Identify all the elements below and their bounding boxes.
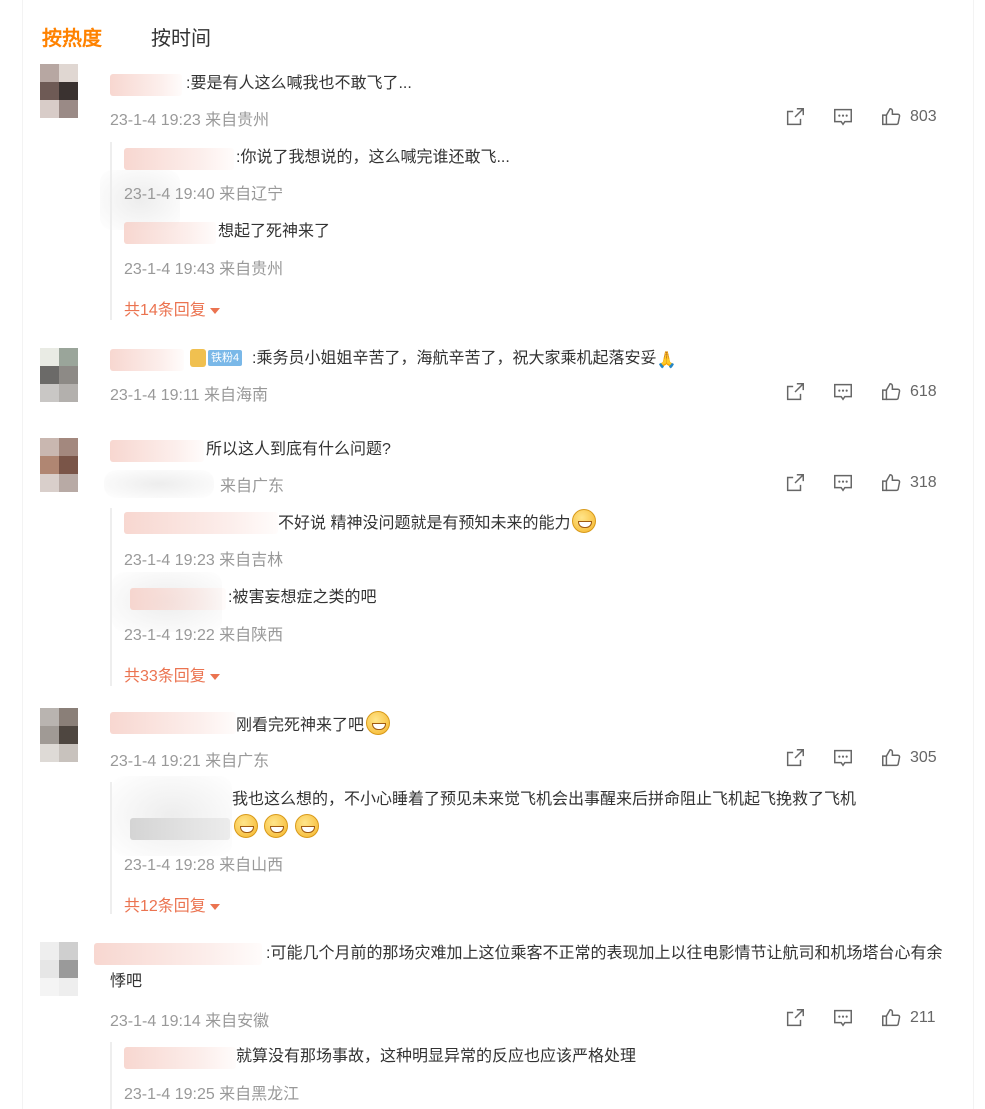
reply-meta: 23-1-4 19:25 来自黑龙江 [124,1086,300,1103]
username[interactable] [110,440,204,462]
reply-text: 想起了死神来了 [218,223,331,240]
reply-username[interactable] [124,512,278,534]
caret-down-icon [209,307,220,314]
more-replies-link[interactable]: 共12条回复 [124,892,220,916]
share-icon [786,1009,804,1027]
comment-icon [834,383,852,401]
reply-text: :被害妄想症之类的吧 [228,589,377,606]
comment-button[interactable] [832,379,854,405]
grin-emoji-icon [572,509,597,533]
tab-time[interactable]: 按时间 [151,22,211,51]
like-count: 318 [910,474,937,491]
like-icon [882,1009,901,1027]
comment-actions: 305 [784,745,944,771]
smile-emoji-icon [264,814,289,838]
reply-divider [110,1042,112,1109]
comment-meta: 23-1-4 19:21 来自广东 [110,753,270,770]
reply-meta: 23-1-4 19:23 来自吉林 [124,552,284,569]
smile-emoji-icon [294,814,319,838]
caret-down-icon [209,903,220,910]
like-icon [882,383,901,401]
reply-meta: 23-1-4 19:40 来自辽宁 [124,186,284,203]
share-button[interactable] [784,104,806,130]
username[interactable] [110,74,182,96]
comment-button[interactable] [832,745,854,771]
share-button[interactable] [784,470,806,496]
reply-text: 不好说 精神没问题就是有预知未来的能力 [278,509,597,538]
reply-divider [110,142,112,320]
like-count: 211 [910,1009,936,1026]
like-count: 803 [910,108,937,125]
avatar[interactable] [40,348,78,402]
smile-emoji-icon [234,814,258,838]
share-button[interactable] [784,745,806,771]
like-button[interactable]: 305 [880,745,937,771]
more-replies-link[interactable]: 共33条回复 [124,662,220,686]
fan-medal-icon [190,349,206,367]
like-button[interactable]: 803 [880,104,937,130]
share-button[interactable] [784,379,806,405]
like-count: 305 [910,749,937,766]
like-icon [882,474,901,492]
like-count: 618 [910,383,937,400]
comment-actions: 803 [784,104,944,130]
pray-emoji-icon: 🙏 [656,352,677,369]
comment-meta: 来自广东 [220,478,285,495]
comment-text: 所以这人到底有什么问题? [206,441,391,458]
comment-text: :要是有人这么喊我也不敢飞了... [186,75,412,92]
comment-meta: 23-1-4 19:11 来自海南 [110,387,268,404]
comment-actions: 211 [784,1005,944,1031]
share-button[interactable] [784,1005,806,1031]
reply-username[interactable] [124,148,234,170]
like-icon [882,749,901,767]
avatar[interactable] [40,942,78,996]
share-icon [786,749,804,767]
comment-icon [834,749,852,767]
fan-badge: 铁粉4 [208,350,243,366]
blur-mask [112,776,232,856]
avatar[interactable] [40,64,78,118]
comment-icon [834,1009,852,1027]
comment-text: 刚看完死神来了吧 [236,711,391,740]
comment-icon [834,108,852,126]
reply-meta: 23-1-4 19:28 来自山西 [124,857,284,874]
reply-meta: 23-1-4 19:43 来自贵州 [124,261,284,278]
like-icon [882,108,901,126]
avatar[interactable] [40,438,78,492]
username[interactable] [110,712,236,734]
reply-meta: 23-1-4 19:22 来自陕西 [124,627,284,644]
share-icon [786,108,804,126]
comment-button[interactable] [832,104,854,130]
username[interactable] [110,349,184,371]
tab-hot[interactable]: 按热度 [42,22,102,51]
comment-meta: 23-1-4 19:23 来自贵州 [110,112,270,129]
like-button[interactable]: 318 [880,470,937,496]
laugh-cry-emoji-icon [366,711,391,735]
more-replies-link[interactable]: 共14条回复 [124,296,220,320]
comment-button[interactable] [832,1005,854,1031]
reply-username[interactable] [124,1047,236,1069]
comment-actions: 618 [784,379,944,405]
blur-mask [104,470,214,498]
reply-username[interactable] [124,222,216,244]
share-icon [786,383,804,401]
caret-down-icon [209,673,220,680]
reply-text: 就算没有那场事故，这种明显异常的反应也应该严格处理 [236,1048,637,1065]
reply-username[interactable] [130,818,230,840]
like-button[interactable]: 211 [880,1005,936,1031]
comment-text: :可能几个月前的那场灾难加上这位乘客不正常的表现加上以往电影情节让航司和机场塔台… [110,945,943,990]
reply-text: 我也这么想的，不小心睡着了预见未来觉飞机会出事醒来后拼命阻止飞机起飞挽救了飞机 [232,786,944,843]
reply-text: :你说了我想说的，这么喊完谁还敢飞... [236,149,510,166]
comment-button[interactable] [832,470,854,496]
comment-text: :乘务员小姐姐辛苦了，海航辛苦了，祝大家乘机起落安妥🙏 [252,345,676,375]
share-icon [786,474,804,492]
avatar[interactable] [40,708,78,762]
comment-icon [834,474,852,492]
comment-meta: 23-1-4 19:14 来自安徽 [110,1013,270,1030]
reply-username[interactable] [130,588,226,610]
comment-actions: 318 [784,470,944,496]
like-button[interactable]: 618 [880,379,937,405]
